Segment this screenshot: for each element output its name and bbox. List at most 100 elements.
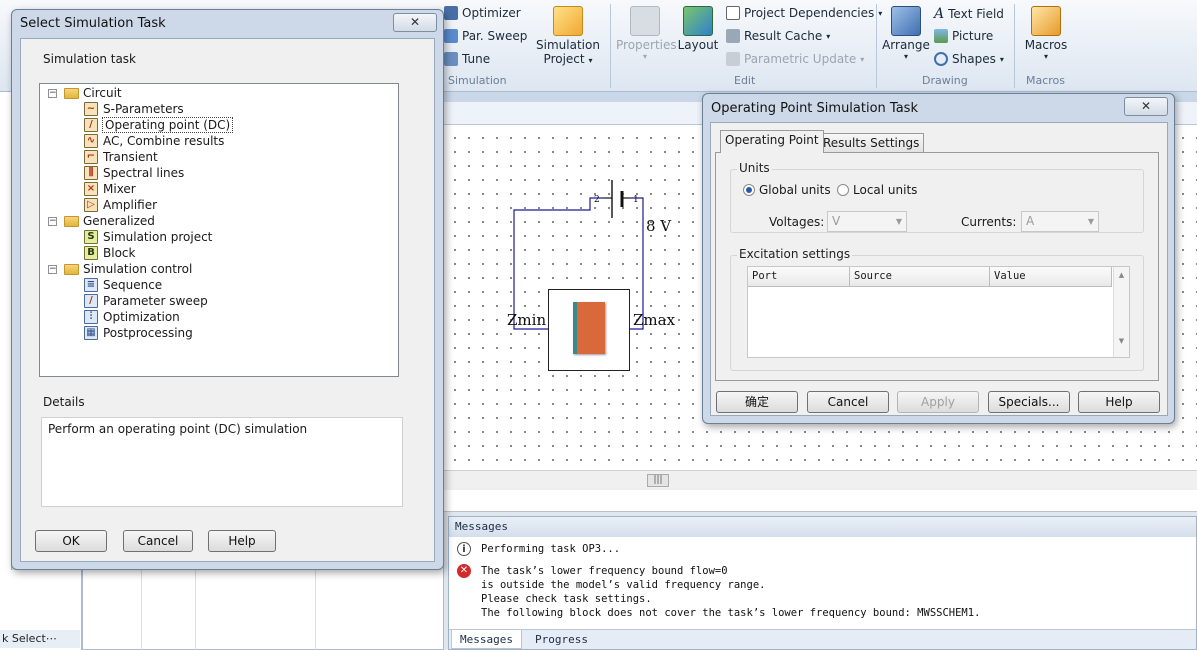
close-button[interactable]: ✕ xyxy=(393,13,437,32)
messages-header: Messages xyxy=(449,517,1196,537)
currents-select[interactable]: A ▼ xyxy=(1021,211,1099,232)
help-button[interactable]: Help xyxy=(208,530,276,552)
voltages-select[interactable]: V ▼ xyxy=(827,211,907,232)
simulation-task-tree[interactable]: − Circuit ~ S-Parameters / Operating poi… xyxy=(39,83,399,377)
block-select-tab[interactable]: k Select⋯ xyxy=(0,630,80,648)
folder-icon xyxy=(64,87,79,99)
tree-item-optimization[interactable]: ⫶ Optimization xyxy=(84,309,180,325)
tree-item-operating-point-dc[interactable]: / Operating point (DC) xyxy=(84,117,234,133)
result-cache-button[interactable]: Result Cache ▾ xyxy=(726,29,830,43)
ribbon-separator xyxy=(1014,4,1015,88)
messages-panel: Messages i Performing task OP3... ✕ The … xyxy=(448,516,1197,650)
dialog-title: Operating Point Simulation Task xyxy=(711,101,918,116)
collapse-toggle[interactable]: − xyxy=(48,265,57,274)
tree-item-block[interactable]: B Block xyxy=(84,245,135,261)
mwsschem1-block[interactable] xyxy=(548,289,630,371)
tab-operating-point[interactable]: Operating Point xyxy=(720,130,824,153)
dialog-body: Simulation task − Circuit ~ S-Parameters… xyxy=(20,38,435,562)
local-units-radio[interactable]: Local units xyxy=(837,183,917,197)
tree-item-s-parameters[interactable]: ~ S-Parameters xyxy=(84,101,184,117)
simulation-project-button[interactable]: Simulation Project ▾ xyxy=(536,6,600,66)
dialog-body: Operating Point Results Settings Units G… xyxy=(710,122,1168,416)
apply-button[interactable]: Apply xyxy=(897,391,979,413)
shapes-button[interactable]: Shapes ▾ xyxy=(934,52,1004,66)
ok-button[interactable]: 确定 xyxy=(716,391,798,413)
ac-icon: ∿ xyxy=(84,134,98,148)
global-units-radio[interactable]: Global units xyxy=(743,183,831,197)
column-header-source[interactable]: Source xyxy=(850,267,990,287)
postprocessing-icon: ▦ xyxy=(84,326,98,340)
chevron-down-icon: ▾ xyxy=(903,52,908,61)
arrange-icon xyxy=(891,6,921,36)
collapse-toggle[interactable]: − xyxy=(48,217,57,226)
tune-button[interactable]: Tune xyxy=(444,52,490,66)
scroll-down-icon[interactable]: ▼ xyxy=(1114,337,1129,345)
sequence-icon: ≡ xyxy=(84,278,98,292)
tree-folder-generalized[interactable]: Generalized xyxy=(64,213,155,229)
tree-item-ac-combine-results[interactable]: ∿ AC, Combine results xyxy=(84,133,224,149)
voltages-label: Voltages: xyxy=(769,215,825,229)
cancel-button[interactable]: Cancel xyxy=(807,391,889,413)
tab-progress[interactable]: Progress xyxy=(527,630,596,649)
scrollbar-thumb[interactable]: ||| xyxy=(647,474,669,487)
tree-item-spectral-lines[interactable]: ⫼ Spectral lines xyxy=(84,165,184,181)
par-sweep-button[interactable]: Par. Sweep xyxy=(444,29,527,43)
transient-icon: ⌐ xyxy=(84,150,98,164)
layout-button[interactable]: Layout xyxy=(676,6,720,52)
tune-icon xyxy=(444,52,458,66)
battery-voltage-label: 8 V xyxy=(646,217,672,235)
properties-button[interactable]: Properties ▾ xyxy=(616,6,677,61)
canvas-horizontal-scrollbar[interactable]: ||| xyxy=(444,470,1197,490)
text-field-button[interactable]: A Text Field xyxy=(934,6,1004,22)
tree-folder-simulation-control[interactable]: Simulation control xyxy=(64,261,192,277)
macros-group-label: Macros xyxy=(1026,74,1066,87)
ok-button[interactable]: OK xyxy=(35,530,107,552)
spectral-lines-icon: ⫼ xyxy=(84,166,98,180)
excitation-table[interactable]: Port Source Value ▲ ▼ xyxy=(747,266,1130,358)
messages-tab-bar: Messages Progress xyxy=(449,629,1196,649)
units-group: Units Global units Local units Voltages:… xyxy=(730,161,1144,233)
tree-item-amplifier[interactable]: ▷ Amplifier xyxy=(84,197,157,213)
tree-item-parameter-sweep[interactable]: / Parameter sweep xyxy=(84,293,208,309)
error-icon: ✕ xyxy=(457,564,471,578)
table-vertical-scrollbar[interactable]: ▲ ▼ xyxy=(1113,267,1129,357)
properties-icon xyxy=(630,6,660,36)
collapse-toggle[interactable]: − xyxy=(48,89,57,98)
scroll-up-icon[interactable]: ▲ xyxy=(1114,271,1129,279)
picture-button[interactable]: Picture xyxy=(934,29,993,43)
tree-item-simulation-project[interactable]: S Simulation project xyxy=(84,229,212,245)
background-table xyxy=(82,560,444,650)
close-button[interactable]: ✕ xyxy=(1124,97,1168,116)
battery-pin-2-label: 2 xyxy=(594,195,600,205)
tree-folder-circuit[interactable]: Circuit xyxy=(64,85,122,101)
column-header-port[interactable]: Port xyxy=(748,267,850,287)
tab-panel: Units Global units Local units Voltages:… xyxy=(715,152,1159,381)
tree-item-postprocessing[interactable]: ▦ Postprocessing xyxy=(84,325,193,341)
chevron-down-icon: ▼ xyxy=(895,217,902,226)
column-header-value[interactable]: Value xyxy=(990,267,1112,287)
tree-item-transient[interactable]: ⌐ Transient xyxy=(84,149,158,165)
tree-item-sequence[interactable]: ≡ Sequence xyxy=(84,277,162,293)
chevron-down-icon: ▾ xyxy=(860,54,865,64)
tree-item-mixer[interactable]: × Mixer xyxy=(84,181,136,197)
simulation-project-icon: S xyxy=(84,230,98,244)
help-button[interactable]: Help xyxy=(1078,391,1160,413)
tab-results-settings[interactable]: Results Settings xyxy=(818,133,925,153)
ribbon-separator xyxy=(876,4,877,88)
close-icon: ✕ xyxy=(1140,99,1152,113)
canvas-footer xyxy=(444,490,1197,512)
message-line: is outside the model’s valid frequency r… xyxy=(481,579,766,591)
simulation-project-icon xyxy=(553,6,583,36)
optimization-icon: ⫶ xyxy=(84,310,98,324)
cancel-button[interactable]: Cancel xyxy=(123,530,193,552)
macros-button[interactable]: Macros ▾ xyxy=(1020,6,1072,61)
optimizer-button[interactable]: Optimizer xyxy=(444,6,521,20)
arrange-button[interactable]: Arrange ▾ xyxy=(882,6,930,61)
specials-button[interactable]: Specials... xyxy=(988,391,1070,413)
tab-messages[interactable]: Messages xyxy=(451,630,522,649)
chevron-down-icon: ▾ xyxy=(999,54,1004,64)
table-column-divider xyxy=(141,561,142,650)
parametric-update-button[interactable]: Parametric Update ▾ xyxy=(726,52,864,66)
close-icon: ✕ xyxy=(409,15,421,29)
project-dependencies-button[interactable]: Project Dependencies ▾ xyxy=(726,6,882,20)
